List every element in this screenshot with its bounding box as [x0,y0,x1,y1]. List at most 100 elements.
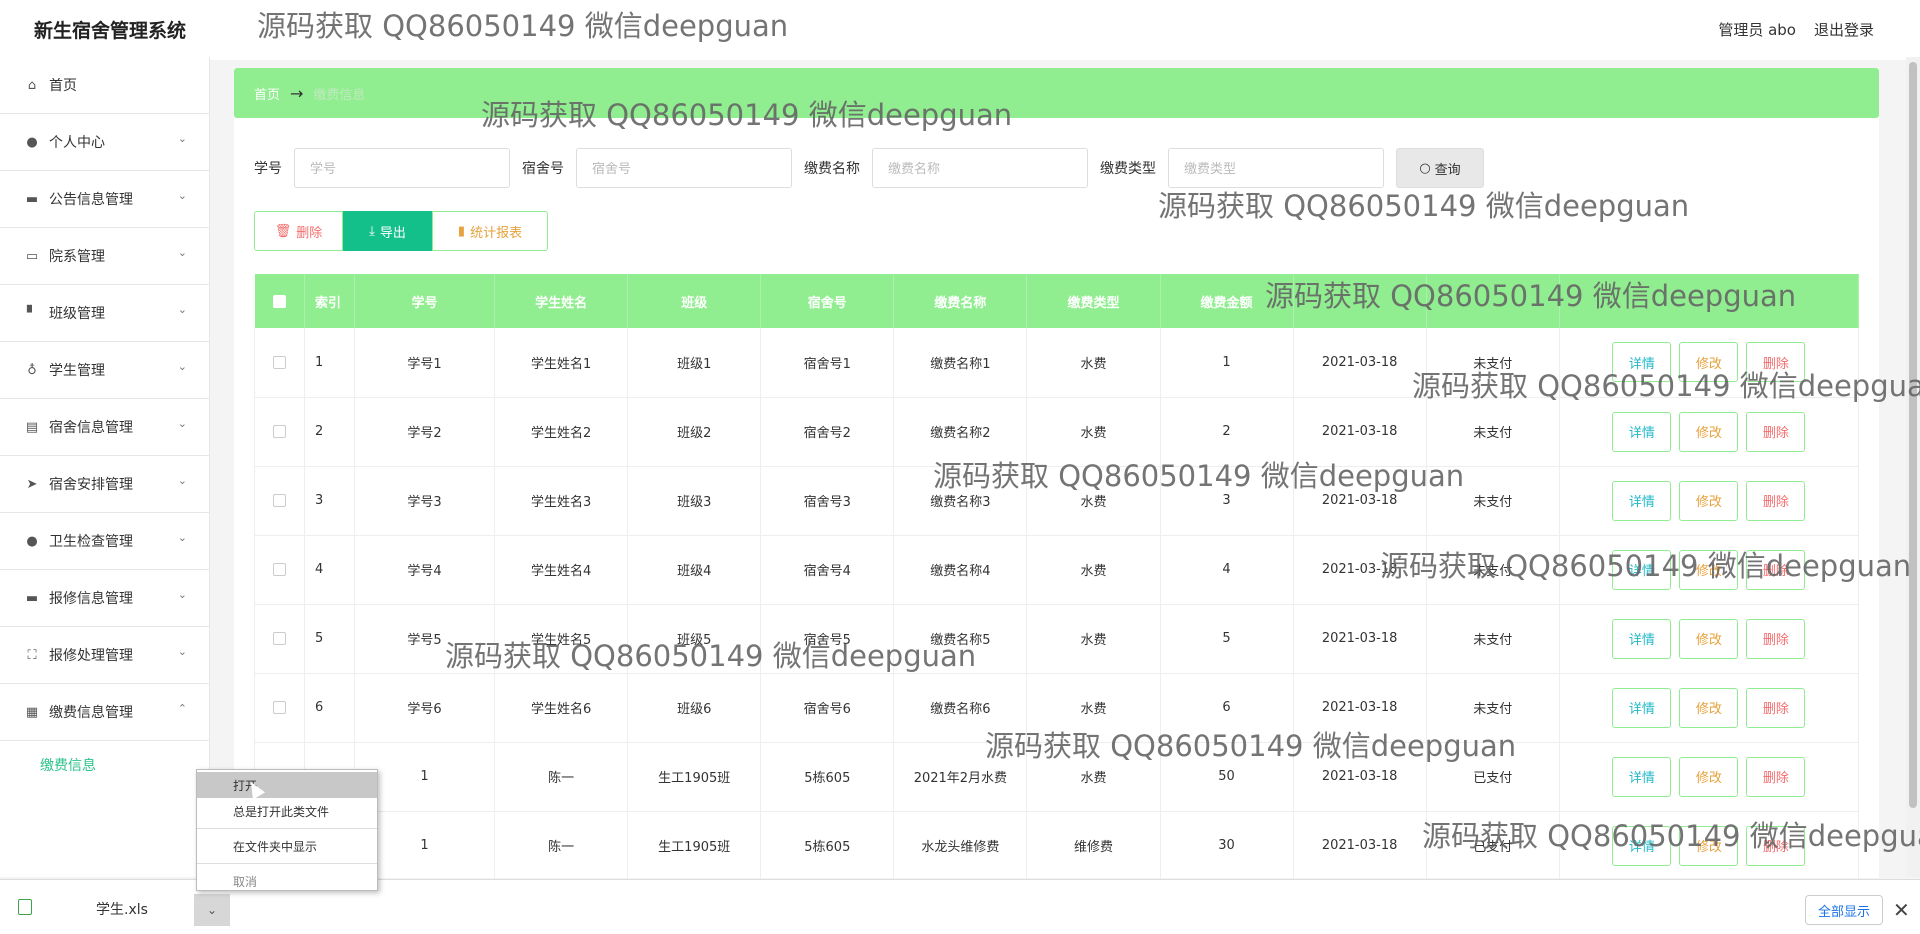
table-cell: 学号3 [354,466,496,536]
edit-button[interactable]: 修改 [1679,756,1739,797]
monitor-icon: ▬ [25,590,39,606]
column-header[interactable]: 缴费名称 [893,274,1028,328]
delete-button[interactable]: 删除 [1746,687,1806,728]
query-button[interactable]: ○ 查询 [1396,148,1484,188]
table-cell: 未支付 [1426,535,1560,605]
payment-type-input[interactable] [1168,148,1384,188]
column-header[interactable] [1426,274,1560,328]
delete-button[interactable]: 删除 [1746,825,1806,866]
column-header[interactable]: 学号 [354,274,496,328]
column-header[interactable]: 班级 [627,274,762,328]
sidebar-item-dorm-arrange[interactable]: ➤ 宿舍安排管理 ⌄ [0,456,209,513]
student-id-input[interactable] [294,148,510,188]
delete-button[interactable]: 删除 [1746,342,1806,383]
table-cell: 未支付 [1426,328,1560,398]
detail-button[interactable]: 详情 [1612,411,1672,452]
sidebar-item-departments[interactable]: ▭ 院系管理 ⌄ [0,228,209,285]
download-icon: ⤓ [369,223,375,239]
detail-button[interactable]: 详情 [1612,480,1672,521]
show-all-downloads-button[interactable]: 全部显示 [1805,895,1883,925]
row-checkbox[interactable] [273,494,286,507]
table-row: 4 学号4 学生姓名4 班级4 宿舍号4 缴费名称4 水费 4 2021-03-18 未支付 详情修… [253,535,1860,605]
current-user[interactable]: 管理员 abo [1718,19,1796,40]
sidebar-item-classes[interactable]: ▘ 班级管理 ⌄ [0,285,209,342]
table-cell: 学生姓名1 [494,328,629,398]
stats-report-button[interactable]: ▮ 统计报表 [432,211,548,251]
sidebar-item-dorm-info[interactable]: ▤ 宿舍信息管理 ⌄ [0,399,209,456]
column-header[interactable]: 索引 [304,274,356,328]
select-all-checkbox[interactable] [272,294,286,308]
table-cell: 学生姓名4 [494,535,629,605]
sidebar-item-payments[interactable]: ▦ 缴费信息管理 ⌃ [0,684,209,741]
row-checkbox[interactable] [273,701,286,714]
row-checkbox[interactable] [273,355,286,369]
menu-item-open[interactable]: 打开 [197,772,377,798]
row-checkbox[interactable] [273,632,286,645]
delete-button[interactable]: 删除 [1746,756,1806,797]
download-options-button[interactable]: ⌄ [194,894,230,926]
sidebar-subitem-payment-info[interactable]: 缴费信息 [0,741,209,789]
detail-button[interactable]: 详情 [1612,618,1672,659]
download-file-name[interactable]: 学生.xls [96,899,148,919]
fullscreen-icon: ⛶ [27,647,37,663]
detail-button[interactable]: 详情 [1612,825,1672,866]
sidebar-item-repair-info[interactable]: ▬ 报修信息管理 ⌄ [0,570,209,627]
table-cell: 2021-03-18 [1293,811,1427,881]
edit-button[interactable]: 修改 [1679,411,1739,452]
detail-button[interactable]: 详情 [1612,687,1672,728]
menu-item-cancel[interactable]: 取消 [197,868,377,894]
edit-button[interactable]: 修改 [1679,480,1739,521]
detail-button[interactable]: 详情 [1612,756,1672,797]
table-cell: 未支付 [1426,673,1560,743]
chevron-down-icon: ⌄ [177,474,187,487]
table-cell: 维修费 [1026,811,1161,881]
breadcrumb-home[interactable]: 首页 [254,84,280,103]
detail-button[interactable]: 详情 [1612,549,1672,590]
edit-button[interactable]: 修改 [1679,825,1739,866]
delete-button[interactable]: 删除 [1746,618,1806,659]
table-cell: 2021-03-18 [1293,466,1427,536]
menu-item-always-open[interactable]: 总是打开此类文件 [197,798,377,824]
delete-button[interactable]: 删除 [1746,549,1806,590]
logout-link[interactable]: 退出登录 [1814,19,1874,40]
menu-item-show-in-folder[interactable]: 在文件夹中显示 [197,833,377,859]
chevron-down-icon: ⌄ [177,531,187,544]
column-header[interactable] [1293,274,1427,328]
table-cell: 缴费名称1 [893,328,1028,398]
chevron-down-icon: ⌄ [177,645,187,658]
sidebar-item-notices[interactable]: ▬ 公告信息管理 ⌄ [0,171,209,228]
batch-delete-button[interactable]: 🗑 删除 [254,211,343,251]
table-cell: 生工1905班 [627,811,762,881]
edit-button[interactable]: 修改 [1679,618,1739,659]
sidebar-item-hygiene[interactable]: ● 卫生检查管理 ⌄ [0,513,209,570]
column-header[interactable]: 缴费金额 [1160,274,1294,328]
table-cell: 缴费名称3 [893,466,1028,536]
export-button[interactable]: ⤓ 导出 [343,211,432,251]
close-download-bar-icon[interactable]: ✕ [1893,898,1910,922]
column-header[interactable]: 宿舍号 [760,274,895,328]
table-cell: 班级6 [627,673,762,743]
edit-button[interactable]: 修改 [1679,549,1739,590]
sidebar-item-profile[interactable]: ● 个人中心 ⌄ [0,114,209,171]
column-header[interactable]: 学生姓名 [494,274,629,328]
menu-divider [197,863,377,864]
edit-button[interactable]: 修改 [1679,342,1739,383]
message-icon: ▬ [25,191,39,207]
payment-name-input[interactable] [872,148,1088,188]
column-header [1559,274,1860,328]
edit-button[interactable]: 修改 [1679,687,1739,728]
sidebar-item-students[interactable]: ♁ 学生管理 ⌄ [0,342,209,399]
sidebar-item-repair-handle[interactable]: ⛶ 报修处理管理 ⌄ [0,627,209,684]
detail-button[interactable]: 详情 [1612,342,1672,383]
table-cell: 4 [304,535,356,605]
sidebar-item-home[interactable]: ⌂ 首页 [0,57,209,114]
scrollbar-thumb[interactable] [1909,62,1917,808]
row-checkbox[interactable] [273,563,286,576]
table-cell: 5栋605 [760,742,895,812]
column-header[interactable]: 缴费类型 [1026,274,1161,328]
row-checkbox[interactable] [273,425,286,438]
dorm-no-input[interactable] [576,148,792,188]
delete-button[interactable]: 删除 [1746,411,1806,452]
delete-button[interactable]: 删除 [1746,480,1806,521]
table-cell: 2021-03-18 [1293,397,1427,467]
